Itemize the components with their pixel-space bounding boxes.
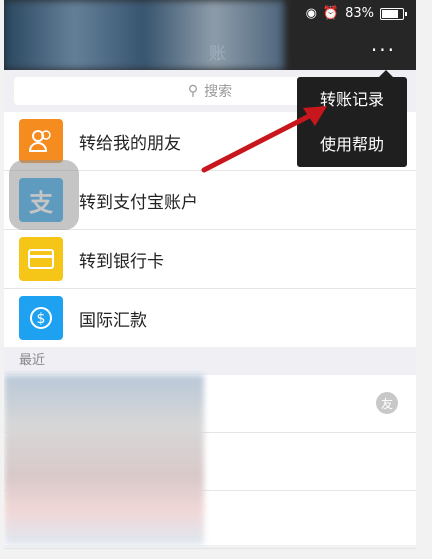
- international-remittance-item[interactable]: $ 国际汇款: [4, 289, 416, 347]
- recent-header: 最近: [4, 347, 416, 375]
- dollar-icon: $: [19, 296, 63, 340]
- transfer-to-bank-item[interactable]: 转到银行卡: [4, 230, 416, 289]
- menu-item-transfer-records[interactable]: 转账记录: [297, 77, 407, 122]
- lock-icon: ◉: [305, 6, 317, 21]
- contacts-icon: [19, 119, 63, 163]
- battery-icon: [380, 7, 407, 20]
- svg-text:$: $: [37, 311, 46, 327]
- screen: ◉ ⏰ 83% 账 ··· ⚲ 搜索 转给我的朋友 支 转到支付宝账户: [4, 0, 416, 559]
- blurred-area: [4, 375, 204, 545]
- menu-item-help[interactable]: 使用帮助: [297, 122, 407, 167]
- bank-card-icon: [19, 237, 63, 281]
- assistive-touch-button[interactable]: [9, 160, 79, 230]
- recent-list: 友: [4, 375, 416, 549]
- blurred-area: [4, 0, 284, 70]
- transfer-to-alipay-label: 转到支付宝账户: [79, 192, 198, 213]
- friend-badge: 友: [376, 392, 398, 414]
- dropdown-menu: 转账记录 使用帮助: [297, 70, 407, 167]
- battery-percent: 83%: [345, 6, 374, 21]
- alarm-icon: ⏰: [322, 6, 340, 21]
- search-icon: ⚲: [187, 83, 199, 99]
- more-menu-button[interactable]: ···: [371, 38, 396, 62]
- search-placeholder: 搜索: [204, 84, 233, 100]
- transfer-to-friend-label: 转给我的朋友: [79, 133, 181, 154]
- international-remittance-label: 国际汇款: [79, 310, 147, 331]
- transfer-to-bank-label: 转到银行卡: [79, 251, 164, 272]
